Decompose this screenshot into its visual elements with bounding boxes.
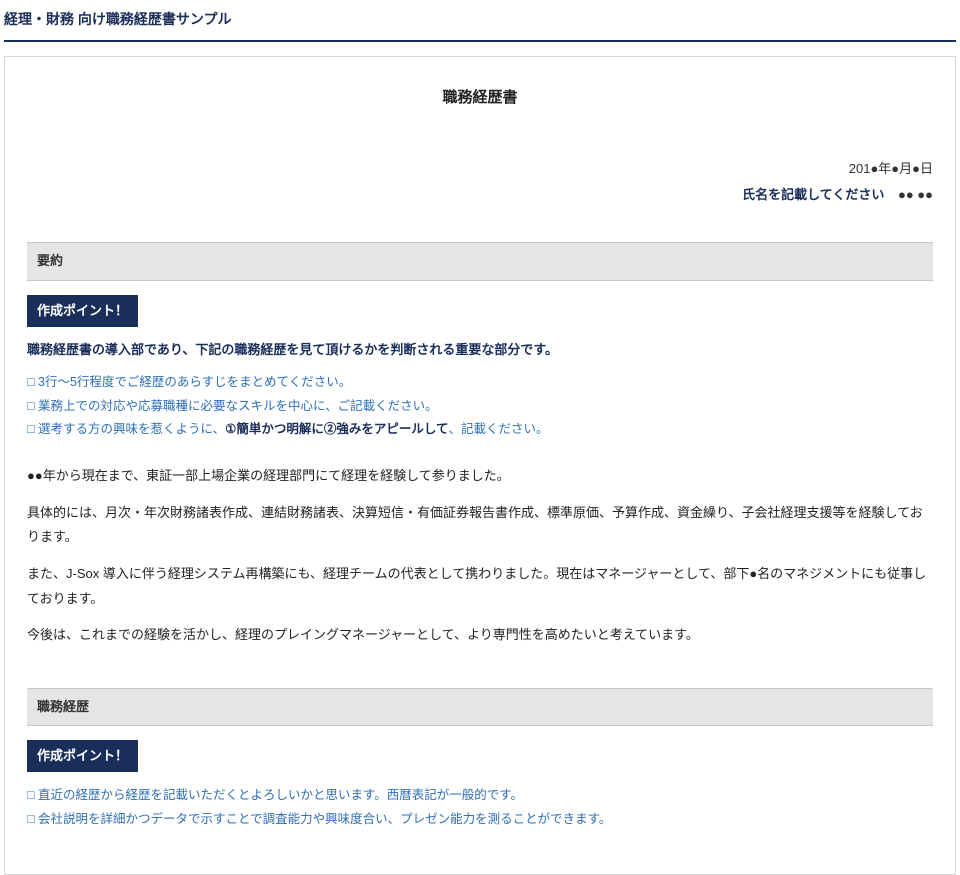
body-paragraph: 具体的には、月次・年次財務諸表作成、連結財務諸表、決算短信・有価証券報告書作成、… [27, 501, 933, 550]
document-title: 職務経歴書 [27, 85, 933, 111]
summary-body: ●●年から現在まで、東証一部上場企業の経理部門にて経理を経験して参りました。 具… [27, 464, 933, 648]
header-divider [4, 40, 956, 42]
section-bar-history: 職務経歴 [27, 688, 933, 726]
check-item: 3行～5行程度でご経歴のあらすじをまとめてください。 [27, 371, 933, 395]
summary-check-list: 3行～5行程度でご経歴のあらすじをまとめてください。 業務上での対応や応募職種に… [27, 371, 933, 442]
body-paragraph: ●●年から現在まで、東証一部上場企業の経理部門にて経理を経験して参りました。 [27, 464, 933, 489]
page-header: 経理・財務 向け職務経歴書サンプル [4, 0, 956, 38]
check-item: 直近の経歴から経歴を記載いただくとよろしいかと思います。西暦表記が一般的です。 [27, 784, 933, 808]
meta-block: 201●年●月●日 氏名を記載してください ●● ●● [27, 158, 933, 206]
check-item: 会社説明を詳細かつデータで示すことで調査能力や興味度合い、プレゼン能力を測ること… [27, 808, 933, 832]
meta-name-label: 氏名を記載してください [742, 187, 884, 202]
meta-name-row: 氏名を記載してください ●● ●● [27, 184, 933, 206]
point-badge-history: 作成ポイント！ [27, 740, 138, 772]
body-paragraph: 今後は、これまでの経験を活かし、経理のプレイングマネージャーとして、より専門性を… [27, 623, 933, 648]
summary-lead: 職務経歴書の導入部であり、下記の職務経歴を見て頂けるかを判断される重要な部分です… [27, 339, 933, 361]
check-item: 選考する方の興味を惹くように、①簡単かつ明解に②強みをアピールして、記載ください… [27, 418, 933, 442]
document-frame: 職務経歴書 201●年●月●日 氏名を記載してください ●● ●● 要約 作成ポ… [4, 56, 956, 875]
point-badge-summary: 作成ポイント！ [27, 295, 138, 327]
history-check-list: 直近の経歴から経歴を記載いただくとよろしいかと思います。西暦表記が一般的です。 … [27, 784, 933, 832]
page-title: 経理・財務 向け職務経歴書サンプル [4, 8, 956, 32]
check-text: 選考する方の興味を惹くように、 [38, 422, 225, 436]
body-paragraph: また、J-Sox 導入に伴う経理システム再構築にも、経理チームの代表として携わり… [27, 562, 933, 611]
check-item: 業務上での対応や応募職種に必要なスキルを中心に、ご記載ください。 [27, 395, 933, 419]
check-text: 、記載ください。 [449, 422, 549, 436]
meta-name-value: ●● ●● [898, 187, 933, 202]
meta-date: 201●年●月●日 [27, 158, 933, 180]
section-bar-summary: 要約 [27, 242, 933, 280]
check-text-emphasis: ①簡単かつ明解に②強みをアピールして [225, 422, 448, 436]
